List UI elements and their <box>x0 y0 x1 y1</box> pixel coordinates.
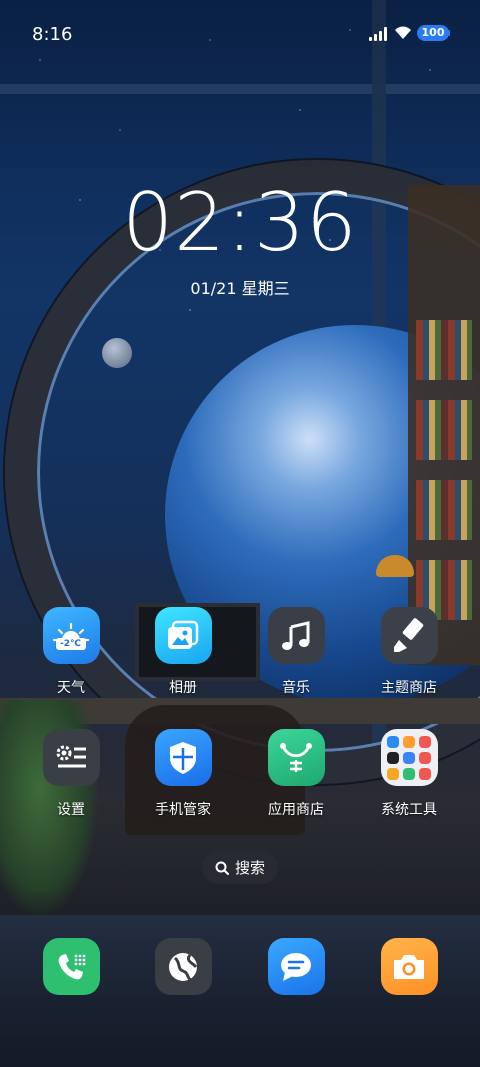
clock-widget-date[interactable]: 01/21 星期三 <box>0 275 480 299</box>
app-label: 音乐 <box>282 680 310 696</box>
app-label: 天气 <box>57 680 85 696</box>
battery-level: 100 <box>421 26 445 39</box>
app-theme-store[interactable]: 主题商店 <box>353 607 465 697</box>
wifi-icon <box>395 26 411 39</box>
gallery-icon <box>154 607 212 664</box>
clock-widget-time[interactable]: 02:36 <box>0 178 480 268</box>
battery-cap <box>448 30 450 36</box>
app-gallery[interactable]: 相册 <box>127 607 239 697</box>
search-button[interactable]: 搜索 <box>202 851 278 884</box>
dock-messages[interactable] <box>240 938 352 995</box>
camera-icon <box>380 938 438 995</box>
app-system-tools-folder[interactable]: 系统工具 <box>353 729 465 819</box>
app-app-store[interactable]: 应用商店 <box>240 729 352 819</box>
app-security[interactable]: 手机管家 <box>127 729 239 819</box>
wallpaper <box>0 0 480 1067</box>
signal-icon <box>369 27 389 41</box>
app-label: 相册 <box>169 680 197 696</box>
dock-phone[interactable] <box>15 938 127 995</box>
app-label: 手机管家 <box>155 802 211 818</box>
browser-icon <box>154 938 212 995</box>
app-label: 主题商店 <box>381 680 437 696</box>
phone-icon <box>42 938 100 995</box>
messages-icon <box>267 938 325 995</box>
settings-icon <box>42 729 100 786</box>
folder-icon <box>380 729 438 786</box>
status-time: 8:16 <box>32 24 73 45</box>
search-label: 搜索 <box>234 859 265 877</box>
app-weather[interactable]: -2℃ 天气 <box>15 607 127 697</box>
app-music[interactable]: 音乐 <box>240 607 352 697</box>
dock-camera[interactable] <box>353 938 465 995</box>
app-label: 应用商店 <box>268 802 324 818</box>
theme-store-icon <box>380 607 438 664</box>
battery-icon: 100 <box>417 25 449 41</box>
music-icon <box>267 607 325 664</box>
search-icon <box>215 861 229 875</box>
app-label: 设置 <box>57 802 85 818</box>
app-settings[interactable]: 设置 <box>15 729 127 819</box>
weather-icon: -2℃ <box>42 607 100 664</box>
app-label: 系统工具 <box>381 802 437 818</box>
wallpaper-shade <box>0 0 480 1067</box>
app-store-icon <box>267 729 325 786</box>
security-icon <box>154 729 212 786</box>
dock-browser[interactable] <box>127 938 239 995</box>
weather-temp: -2℃ <box>55 638 86 650</box>
status-bar: 8:16 100 <box>0 0 480 66</box>
